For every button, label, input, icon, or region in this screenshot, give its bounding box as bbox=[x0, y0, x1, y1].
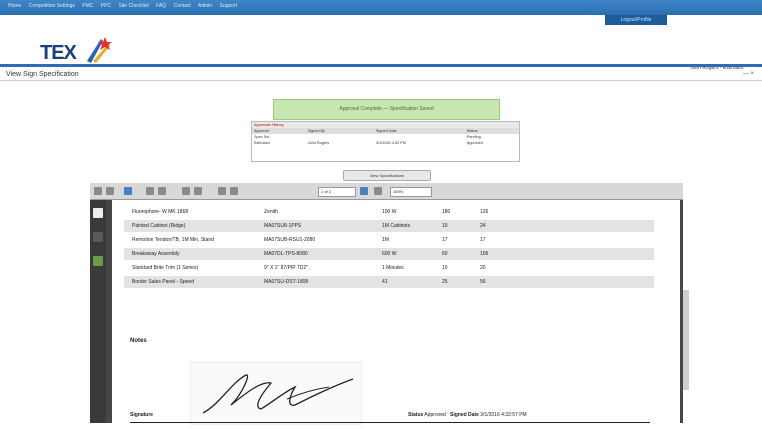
bookmark-icon[interactable] bbox=[93, 232, 103, 242]
signature-label: Signature bbox=[130, 412, 154, 418]
table-cell: MA07DL-TPS-8080 bbox=[264, 251, 308, 257]
table-cell: Approved bbox=[466, 141, 484, 145]
table-cell: 20 bbox=[480, 265, 486, 271]
nav-link[interactable]: Contact bbox=[174, 3, 191, 9]
header-divider bbox=[0, 64, 762, 67]
view-specifications-button[interactable]: View Specifications bbox=[343, 170, 431, 181]
pdf-page: Fluorophore- W MK 1868 Zenith 100 W 180 … bbox=[112, 200, 680, 425]
table-cell: 60 bbox=[442, 251, 448, 257]
logo-text: TEX bbox=[40, 42, 77, 64]
table-cell: 180 bbox=[442, 209, 451, 215]
table-cell: 100 W bbox=[382, 209, 397, 215]
table-cell: 3/1/2016 4:32 PM bbox=[375, 141, 406, 145]
table-cell: 17 bbox=[442, 237, 448, 243]
table-cell: 1 Minutes bbox=[382, 265, 404, 271]
status-value: Approved bbox=[424, 412, 446, 418]
hand-tool-icon[interactable] bbox=[374, 187, 382, 195]
table-row: Breakaway Assembly MA07DL-TPS-8080 600 W… bbox=[124, 248, 654, 260]
table-cell: 600 W bbox=[382, 251, 397, 257]
find-icon[interactable] bbox=[106, 187, 114, 195]
nav-link[interactable]: PMC bbox=[82, 3, 93, 9]
notes-label: Notes bbox=[130, 338, 147, 344]
table-cell: Border Sales Panel - Speed bbox=[132, 279, 194, 285]
zoom-in-icon[interactable] bbox=[194, 187, 202, 195]
table-cell: John Rogers bbox=[307, 141, 330, 145]
table-cell: Remotion Tendon/TB, 1M Min, Stand bbox=[132, 237, 214, 243]
rotate-icon[interactable] bbox=[218, 187, 226, 195]
table-cell: MA07SU8-1PPS bbox=[264, 223, 302, 229]
signed-date-label: Signed Date bbox=[449, 412, 479, 418]
spec-table: Fluorophore- W MK 1868 Zenith 100 W 180 … bbox=[124, 206, 654, 290]
table-row: Standard Brite Trim (1 Series) 9" X 1" 8… bbox=[124, 262, 654, 274]
page-number-input[interactable]: 1 of 2 bbox=[318, 187, 356, 197]
table-cell: 24 bbox=[480, 223, 486, 229]
table-cell: Standard Brite Trim (1 Series) bbox=[132, 265, 199, 271]
table-cell: MA07SU-DST-1808 bbox=[264, 279, 309, 285]
nav-link[interactable]: FAQ bbox=[156, 3, 166, 9]
table-row: Estimator John Rogers 3/1/2016 4:32 PM A… bbox=[252, 140, 519, 146]
document-icon[interactable] bbox=[93, 208, 103, 218]
pencil-icon[interactable] bbox=[124, 187, 132, 195]
table-cell: Painted Cabinet (Ridge) bbox=[132, 223, 186, 229]
table-cell: Zenith bbox=[264, 209, 278, 215]
table-cell: 17 bbox=[480, 237, 486, 243]
table-row: Fluorophore- W MK 1868 Zenith 100 W 180 … bbox=[124, 206, 654, 218]
nav-link[interactable]: Competition Settings bbox=[29, 3, 75, 9]
nav-link[interactable]: Support bbox=[219, 3, 237, 9]
fit-page-icon[interactable] bbox=[230, 187, 238, 195]
star-burst-icon bbox=[87, 37, 112, 63]
table-cell: 41 bbox=[382, 279, 388, 285]
status-label: Status bbox=[408, 412, 424, 418]
signature-status: Status Approved Signed Date 3/1/2016 4:3… bbox=[408, 412, 527, 418]
previous-page-icon[interactable] bbox=[146, 187, 154, 195]
vertical-scrollbar[interactable] bbox=[683, 290, 689, 390]
collapse-icon[interactable]: — × bbox=[743, 71, 754, 77]
top-navigation-bar: Home Competition Settings PMC PPC Site C… bbox=[0, 0, 762, 15]
table-cell: 1M bbox=[382, 237, 389, 243]
signed-date-value: 3/1/2016 4:32:57 PM bbox=[480, 412, 527, 418]
next-page-icon[interactable] bbox=[158, 187, 166, 195]
zoom-select[interactable]: 100% bbox=[390, 187, 432, 197]
table-cell: Breakaway Assembly bbox=[132, 251, 180, 257]
nav-link[interactable]: Admin bbox=[198, 3, 212, 9]
table-cell: MA07SUB-RSU1-2080 bbox=[264, 237, 316, 243]
attachment-icon[interactable] bbox=[93, 256, 103, 266]
table-row: Border Sales Panel - Speed MA07SU-DST-18… bbox=[124, 276, 654, 288]
pdf-sidebar bbox=[90, 200, 106, 423]
table-row: Painted Cabinet (Ridge) MA07SU8-1PPS 1M … bbox=[124, 220, 654, 232]
page-title: View Sign Specification bbox=[6, 71, 79, 78]
table-cell: 15 bbox=[442, 223, 448, 229]
nav-link[interactable]: Home bbox=[8, 3, 21, 9]
table-cell: 9" X 1" 87/PIP 7D2" bbox=[264, 265, 308, 271]
approvals-table: Approvals History Approver Signed By Sig… bbox=[251, 121, 520, 162]
zoom-out-icon[interactable] bbox=[182, 187, 190, 195]
table-cell: 56 bbox=[480, 279, 486, 285]
table-row: Remotion Tendon/TB, 1M Min, Stand MA07SU… bbox=[124, 234, 654, 246]
nav-link[interactable]: Site Checklist bbox=[118, 3, 148, 9]
table-cell: Estimator bbox=[254, 141, 271, 145]
title-divider bbox=[0, 80, 762, 81]
nav-link[interactable]: PPC bbox=[101, 3, 111, 9]
sidebar-toggle-icon[interactable] bbox=[94, 187, 102, 195]
user-menu[interactable]: Logout/Profile bbox=[605, 15, 667, 25]
pdf-viewer: 1 of 2 100% Fluorophore- W MK 1868 Zenit… bbox=[90, 183, 683, 425]
table-cell: 106 bbox=[480, 251, 489, 257]
nav-links: Home Competition Settings PMC PPC Site C… bbox=[8, 3, 243, 9]
table-cell: 25 bbox=[442, 279, 448, 285]
pdf-toolbar: 1 of 2 100% bbox=[90, 183, 683, 200]
table-cell: 10 bbox=[442, 265, 448, 271]
success-banner: Approval Complete — Specification Saved bbox=[273, 99, 500, 120]
signature-image bbox=[190, 362, 362, 425]
table-cell: 126 bbox=[480, 209, 489, 215]
select-tool-icon[interactable] bbox=[360, 187, 368, 195]
table-cell: 1M Cabinets bbox=[382, 223, 411, 229]
table-cell: Fluorophore- W MK 1868 bbox=[132, 209, 189, 215]
